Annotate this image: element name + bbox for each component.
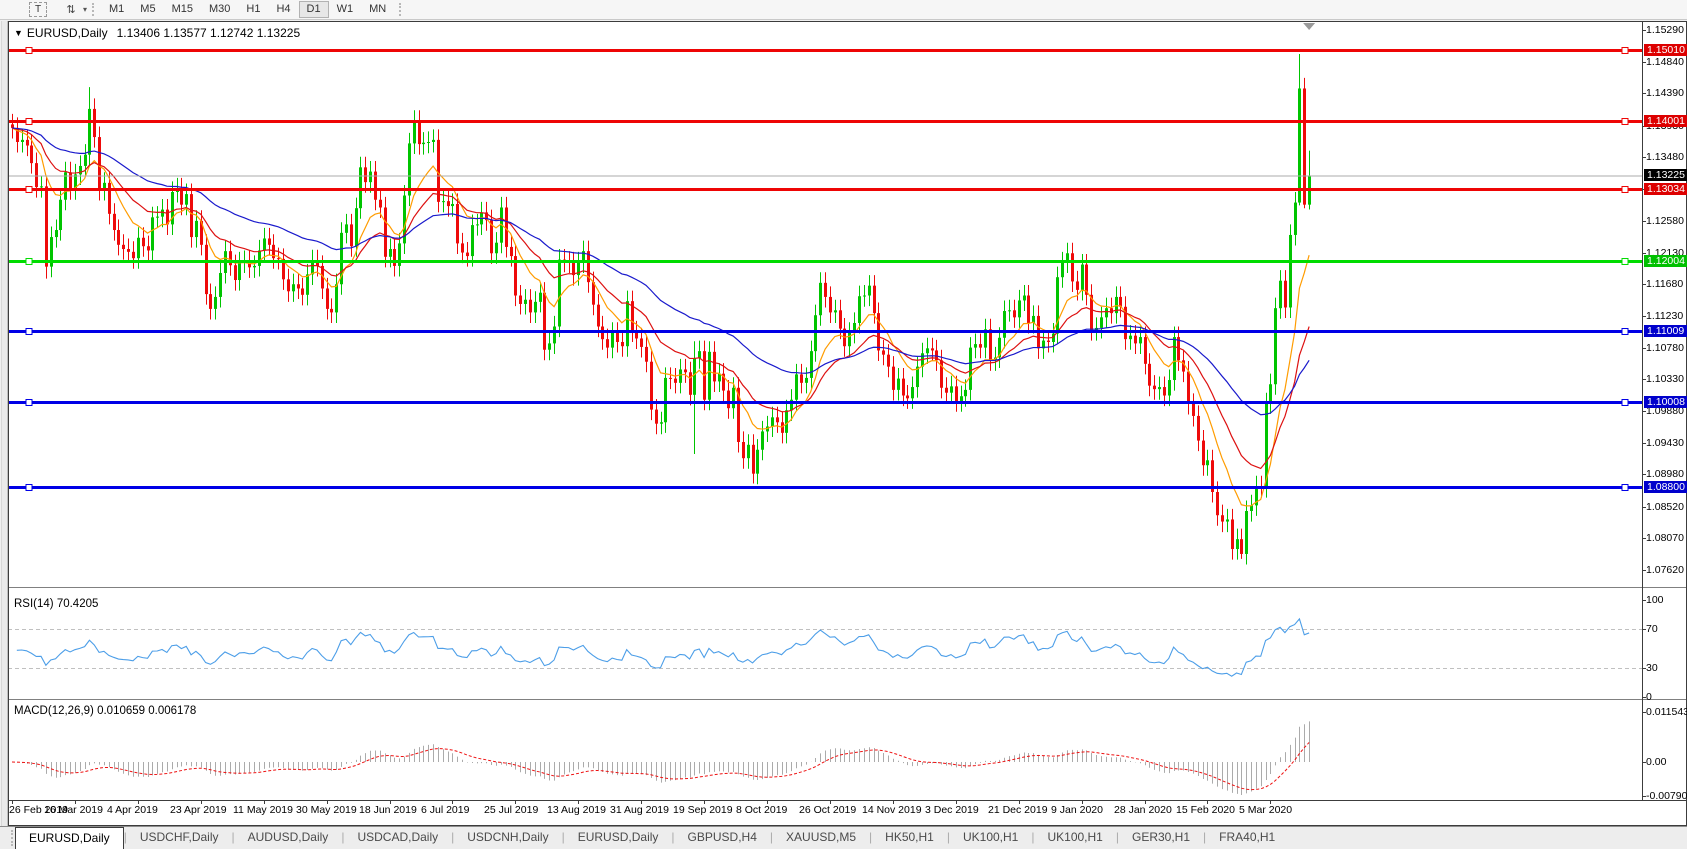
chart-header: ▼ EURUSD,Daily 1.13406 1.13577 1.12742 1.1… xyxy=(14,26,300,40)
timeframe-button-m5[interactable]: M5 xyxy=(132,1,163,18)
timeframe-button-m1[interactable]: M1 xyxy=(101,1,132,18)
chart-window: 1.152901.148401.143901.139301.134801.130… xyxy=(8,21,1687,826)
chart-tab-ger30-h1[interactable]: GER30,H1 xyxy=(1119,827,1203,849)
rsi-indicator-label: RSI(14) 70.4205 xyxy=(14,598,98,610)
chart-tab-usdchf-daily[interactable]: USDCHF,Daily xyxy=(127,827,232,849)
arrows-tool-icon[interactable]: ⇅ xyxy=(63,2,79,17)
timeframe-button-m30[interactable]: M30 xyxy=(201,1,238,18)
timeframe-button-d1[interactable]: D1 xyxy=(299,1,329,18)
chart-tab-usdcnh-daily[interactable]: USDCNH,Daily xyxy=(454,827,561,849)
tool-dropdown-icon[interactable]: ▾ xyxy=(83,5,87,14)
text-tool-icon[interactable]: T xyxy=(29,2,47,17)
toolbar-grip xyxy=(92,3,94,16)
timeframe-button-mn[interactable]: MN xyxy=(361,1,394,18)
timeframe-button-m15[interactable]: M15 xyxy=(164,1,201,18)
chart-ohlc-values: 1.13406 1.13577 1.12742 1.13225 xyxy=(117,26,301,40)
chart-tab-fra40-h1[interactable]: FRA40,H1 xyxy=(1206,827,1288,849)
chart-tab-uk100-h1[interactable]: UK100,H1 xyxy=(950,827,1031,849)
timeframe-button-w1[interactable]: W1 xyxy=(329,1,362,18)
chart-tab-gbpusd-h4[interactable]: GBPUSD,H4 xyxy=(675,827,770,849)
tabbar-grip xyxy=(2,830,13,846)
timeframe-button-h1[interactable]: H1 xyxy=(238,1,268,18)
chart-tab-hk50-h1[interactable]: HK50,H1 xyxy=(872,827,947,849)
chart-tab-audusd-daily[interactable]: AUDUSD,Daily xyxy=(235,827,342,849)
chart-tab-eurusd-daily[interactable]: EURUSD,Daily xyxy=(565,827,672,849)
top-toolbar: T ⇅ ▾ M1M5M15M30H1H4D1W1MN xyxy=(0,0,1687,20)
window-splitter[interactable] xyxy=(1,21,8,826)
mt4-application: { "toolbar": { "tools": [ {"name": "text… xyxy=(0,0,1687,849)
chart-dropdown-icon[interactable]: ▼ xyxy=(14,28,23,38)
chart-symbol-label: EURUSD,Daily xyxy=(27,26,108,40)
chart-tab-bar: EURUSD,Daily|USDCHF,Daily|AUDUSD,Daily|U… xyxy=(0,826,1687,849)
toolbar-grip-2 xyxy=(399,3,401,16)
chart-tab-eurusd-daily[interactable]: EURUSD,Daily xyxy=(15,827,124,849)
chart-tab-uk100-h1[interactable]: UK100,H1 xyxy=(1034,827,1115,849)
macd-indicator-label: MACD(12,26,9) 0.010659 0.006178 xyxy=(14,705,196,717)
chart-tab-xauusd-m5[interactable]: XAUUSD,M5 xyxy=(773,827,869,849)
chart-canvas[interactable] xyxy=(8,21,1687,826)
chart-tab-usdcad-daily[interactable]: USDCAD,Daily xyxy=(344,827,451,849)
timeframe-button-h4[interactable]: H4 xyxy=(268,1,298,18)
